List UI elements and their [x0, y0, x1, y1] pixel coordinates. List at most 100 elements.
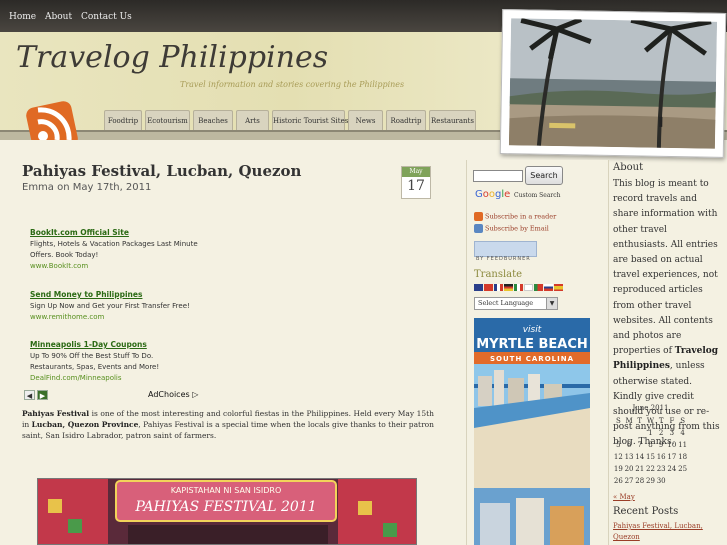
calendar-day — [624, 427, 635, 439]
search-button[interactable]: Search — [525, 166, 563, 185]
post-date-day: 17 — [407, 178, 425, 194]
nav-about[interactable]: About — [45, 12, 72, 22]
calendar-day: 22 — [646, 465, 655, 473]
ad-title[interactable]: Send Money to Philippines — [30, 290, 205, 299]
rss-icon — [474, 212, 483, 221]
calendar-day: 28 — [635, 477, 645, 485]
flag-portuguese-icon[interactable] — [534, 284, 543, 291]
post-title[interactable]: Pahiyas Festival, Lucban, Quezon — [22, 162, 301, 180]
ad-unit[interactable]: Send Money to Philippines Sign Up Now an… — [30, 290, 205, 321]
ad-unit[interactable]: Minneapolis 1-Day Coupons Up To 90% Off … — [30, 340, 175, 382]
calendar-day: 9 — [658, 441, 664, 449]
category-historic-tourist-sites[interactable]: Historic Tourist Sites — [272, 110, 348, 130]
ad-next-button[interactable]: ▶ — [37, 390, 48, 400]
post-body-bold: Lucban, Quezon Province — [31, 420, 139, 429]
banner-state: SOUTH CAROLINA — [490, 355, 574, 363]
about-text-part: This blog is meant to record travels and… — [613, 179, 718, 357]
calendar-day — [634, 427, 645, 439]
post-image-line2: PAHIYAS FESTIVAL 2011 — [134, 499, 316, 515]
recent-posts-heading: Recent Posts — [613, 506, 679, 517]
calendar-day — [677, 475, 688, 487]
language-select-value: Select Language — [478, 299, 534, 307]
calendar-table: S M T W T F S 1 2 3 4 5 6 7 8 9 10 11 12 — [613, 415, 688, 487]
calendar-day: 20 — [624, 465, 634, 473]
adchoices-label: AdChoices — [148, 390, 190, 399]
adchoices-link[interactable]: AdChoices ▷ — [148, 390, 198, 399]
google-logo: Google — [475, 189, 511, 200]
calendar-day: 25 — [678, 465, 688, 473]
calendar-day: 30 — [656, 477, 666, 485]
calendar-day: 21 — [635, 465, 645, 473]
flag-japanese-icon[interactable] — [524, 284, 533, 291]
subscribe-email-link[interactable]: Subscribe by Email — [474, 224, 549, 233]
flag-russian-icon[interactable] — [544, 284, 553, 291]
calendar-day: 2 — [658, 429, 664, 437]
calendar-day: 19 — [613, 465, 623, 473]
category-foodtrip[interactable]: Foodtrip — [104, 110, 142, 130]
calendar-day: 27 — [624, 477, 634, 485]
category-arts[interactable]: Arts — [236, 110, 269, 130]
banner-title: MYRTLE BEACH — [476, 337, 588, 352]
post-body-bold: Pahiyas Festival — [22, 409, 90, 418]
subscribe-reader-label: Subscribe in a reader — [485, 212, 557, 221]
rss-feed-icon[interactable] — [25, 100, 89, 140]
post-meta: Emma on May 17th, 2011 — [22, 182, 152, 193]
flag-italian-icon[interactable] — [514, 284, 523, 291]
banner-visit: visit — [523, 325, 542, 335]
nav-contact[interactable]: Contact Us — [81, 12, 132, 22]
ad-title[interactable]: BookIt.com Official Site — [30, 228, 205, 237]
calendar-day: 16 — [656, 453, 666, 461]
ad-unit[interactable]: BookIt.com Official Site Flights, Hotels… — [30, 228, 205, 270]
category-ecotourism[interactable]: Ecotourism — [145, 110, 190, 130]
recent-post-link[interactable]: Pahiyas Festival, Lucban, Quezon — [613, 521, 723, 543]
calendar-day: 24 — [667, 465, 677, 473]
nav-home[interactable]: Home — [9, 12, 36, 22]
ad-text: Flights, Hotels & Vacation Packages Last… — [30, 240, 198, 259]
subscribe-reader-link[interactable]: Subscribe in a reader — [474, 212, 556, 221]
flag-chinese-icon[interactable] — [484, 284, 493, 291]
calendar-prev-month-link[interactable]: « May — [613, 493, 635, 501]
ad-url[interactable]: DealFind.com/Minneapolis — [30, 374, 175, 382]
calendar-day: 26 — [613, 477, 623, 485]
category-restaurants[interactable]: Restaurants — [429, 110, 476, 130]
calendar-day: 17 — [667, 453, 677, 461]
feedburner-counter[interactable] — [474, 241, 537, 257]
ad-url[interactable]: www.BookIt.com — [30, 262, 205, 270]
flag-french-icon[interactable] — [494, 284, 503, 291]
category-beaches[interactable]: Beaches — [193, 110, 233, 130]
feedburner-label: BY FEEDBURNER — [476, 256, 531, 262]
site-title[interactable]: Travelog Philippines — [16, 40, 328, 75]
calendar-day: 15 — [646, 453, 655, 461]
category-news[interactable]: News — [348, 110, 383, 130]
calendar-day: 29 — [646, 477, 655, 485]
calendar-day: 5 — [616, 441, 621, 449]
calendar-day-header: T — [637, 417, 643, 425]
beach-photo — [508, 18, 718, 149]
calendar-caption: June 2011 — [632, 404, 669, 412]
site-tagline: Travel information and stories covering … — [180, 80, 405, 89]
flag-spanish-icon[interactable] — [554, 284, 563, 291]
calendar-day: 18 — [678, 453, 688, 461]
ad-url[interactable]: www.remithome.com — [30, 313, 205, 321]
flag-english-icon[interactable] — [474, 284, 483, 291]
category-roadtrip[interactable]: Roadtrip — [386, 110, 426, 130]
calendar-day — [667, 475, 678, 487]
email-icon — [474, 224, 483, 233]
post-image[interactable]: KAPISTAHAN NI SAN ISIDRO PAHIYAS FESTIVA… — [37, 478, 417, 545]
subscribe-email-label: Subscribe by Email — [485, 224, 549, 233]
chevron-down-icon: ▼ — [546, 298, 557, 309]
myrtle-beach-ad-banner[interactable]: visit MYRTLE BEACH SOUTH CAROLINA — [474, 318, 590, 545]
flag-german-icon[interactable] — [504, 284, 513, 291]
calendar-day — [613, 427, 624, 439]
ad-title[interactable]: Minneapolis 1-Day Coupons — [30, 340, 175, 349]
ad-prev-button[interactable]: ◀ — [24, 390, 35, 400]
language-flags[interactable] — [474, 284, 564, 292]
calendar-day-header: T — [658, 417, 664, 425]
about-heading: About — [613, 162, 644, 173]
language-select[interactable]: Select Language ▼ — [474, 297, 558, 310]
post-image-line1: KAPISTAHAN NI SAN ISIDRO — [171, 486, 282, 495]
search-input[interactable] — [473, 170, 523, 182]
calendar-day: 14 — [635, 453, 645, 461]
post-body: Pahiyas Festival is one of the most inte… — [22, 408, 434, 441]
calendar-day-header: S — [680, 417, 685, 425]
